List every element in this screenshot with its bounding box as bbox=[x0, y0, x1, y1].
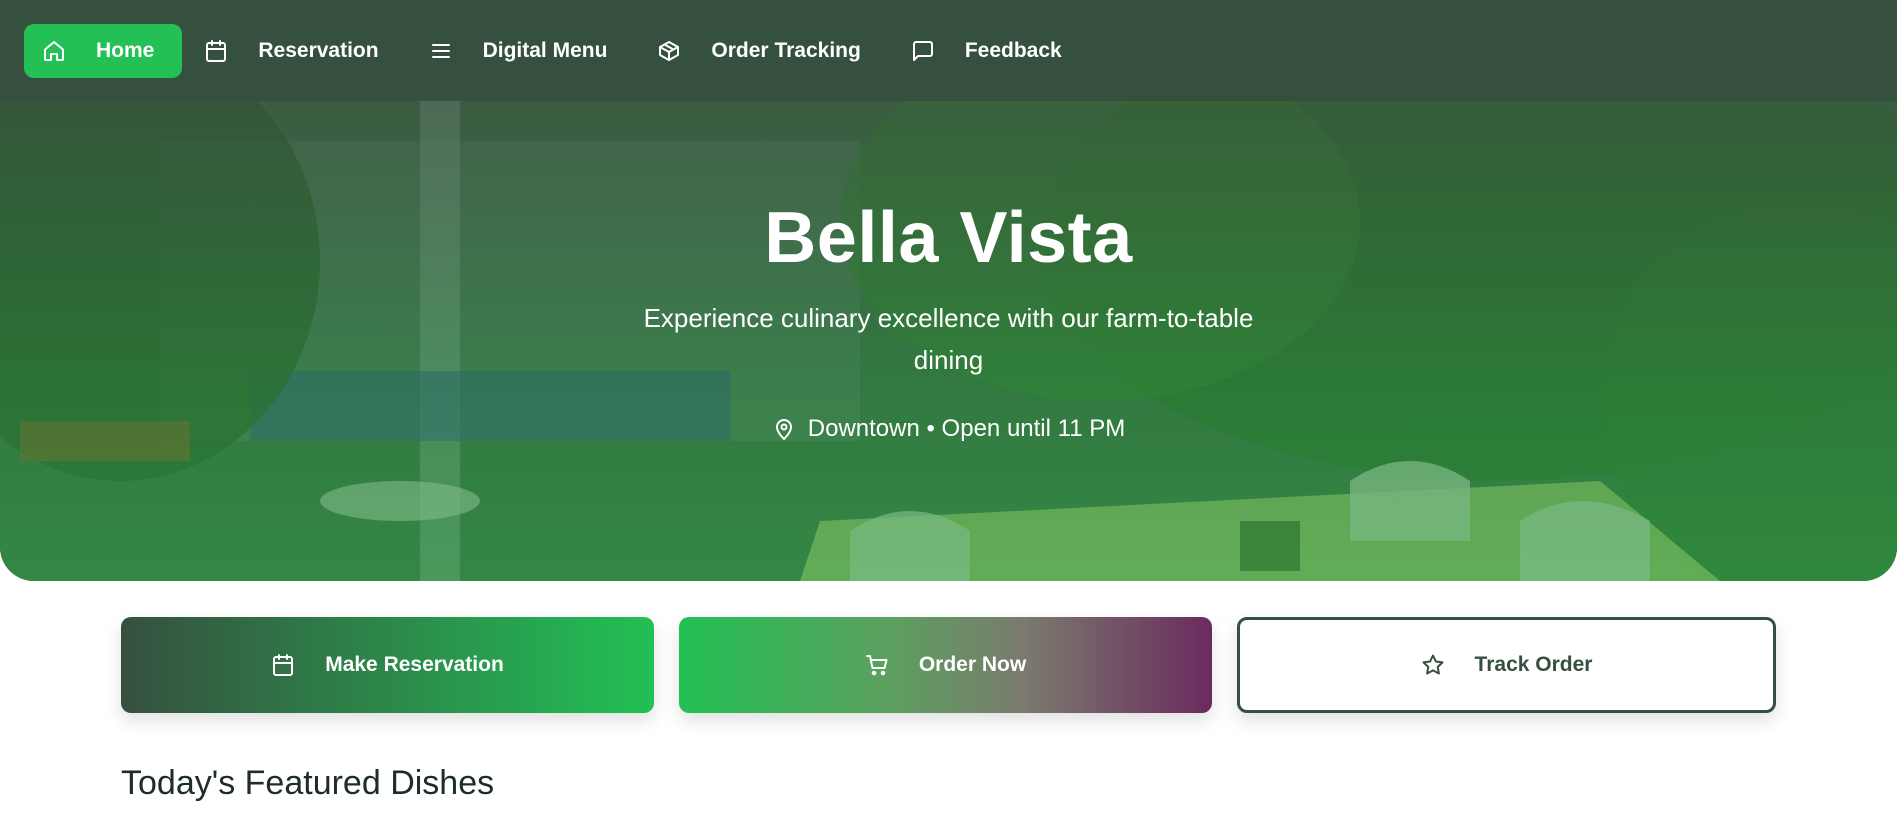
nav-item-label: Reservation bbox=[258, 38, 379, 62]
nav-item-order-tracking[interactable]: Order Tracking bbox=[639, 24, 888, 78]
make-reservation-button[interactable]: Make Reservation bbox=[121, 617, 654, 713]
nav-item-label: Order Tracking bbox=[711, 38, 861, 62]
cart-icon bbox=[865, 653, 889, 677]
star-icon bbox=[1421, 653, 1445, 677]
nav-item-label: Home bbox=[96, 38, 155, 62]
action-label: Order Now bbox=[918, 653, 1027, 676]
nav-item-reservation[interactable]: Reservation bbox=[186, 24, 406, 78]
nav-item-label: Feedback bbox=[964, 38, 1062, 62]
location-info: Downtown • Open until 11 PM bbox=[0, 415, 1897, 443]
top-navigation: Home Reservation Digital Menu Order Trac… bbox=[0, 0, 1897, 101]
action-label: Track Order bbox=[1474, 653, 1593, 676]
nav-item-digital-menu[interactable]: Digital Menu bbox=[411, 24, 636, 78]
action-label: Make Reservation bbox=[325, 653, 504, 676]
home-icon bbox=[42, 39, 66, 63]
nav-item-label: Digital Menu bbox=[482, 38, 608, 62]
hero-content: Bella Vista Experience culinary excellen… bbox=[0, 101, 1897, 581]
menu-lines-icon bbox=[429, 39, 453, 63]
chat-icon bbox=[911, 39, 935, 63]
quick-actions: Make Reservation Order Now Track Order bbox=[121, 617, 1776, 713]
order-now-button[interactable]: Order Now bbox=[679, 617, 1212, 713]
hero-banner: Bella Vista Experience culinary excellen… bbox=[0, 101, 1897, 581]
hero-tagline: Experience culinary excellence with our … bbox=[643, 303, 1254, 375]
map-pin-icon bbox=[772, 417, 796, 441]
package-icon bbox=[657, 39, 681, 63]
featured-dishes-heading: Today's Featured Dishes bbox=[121, 764, 495, 802]
track-order-button[interactable]: Track Order bbox=[1237, 617, 1776, 713]
calendar-icon bbox=[271, 653, 295, 677]
nav-item-home[interactable]: Home bbox=[24, 23, 183, 78]
calendar-icon bbox=[204, 39, 228, 63]
nav-item-feedback[interactable]: Feedback bbox=[893, 24, 1090, 78]
location-text: Downtown • Open until 11 PM bbox=[807, 415, 1126, 442]
restaurant-name: Bella Vista bbox=[764, 198, 1133, 278]
